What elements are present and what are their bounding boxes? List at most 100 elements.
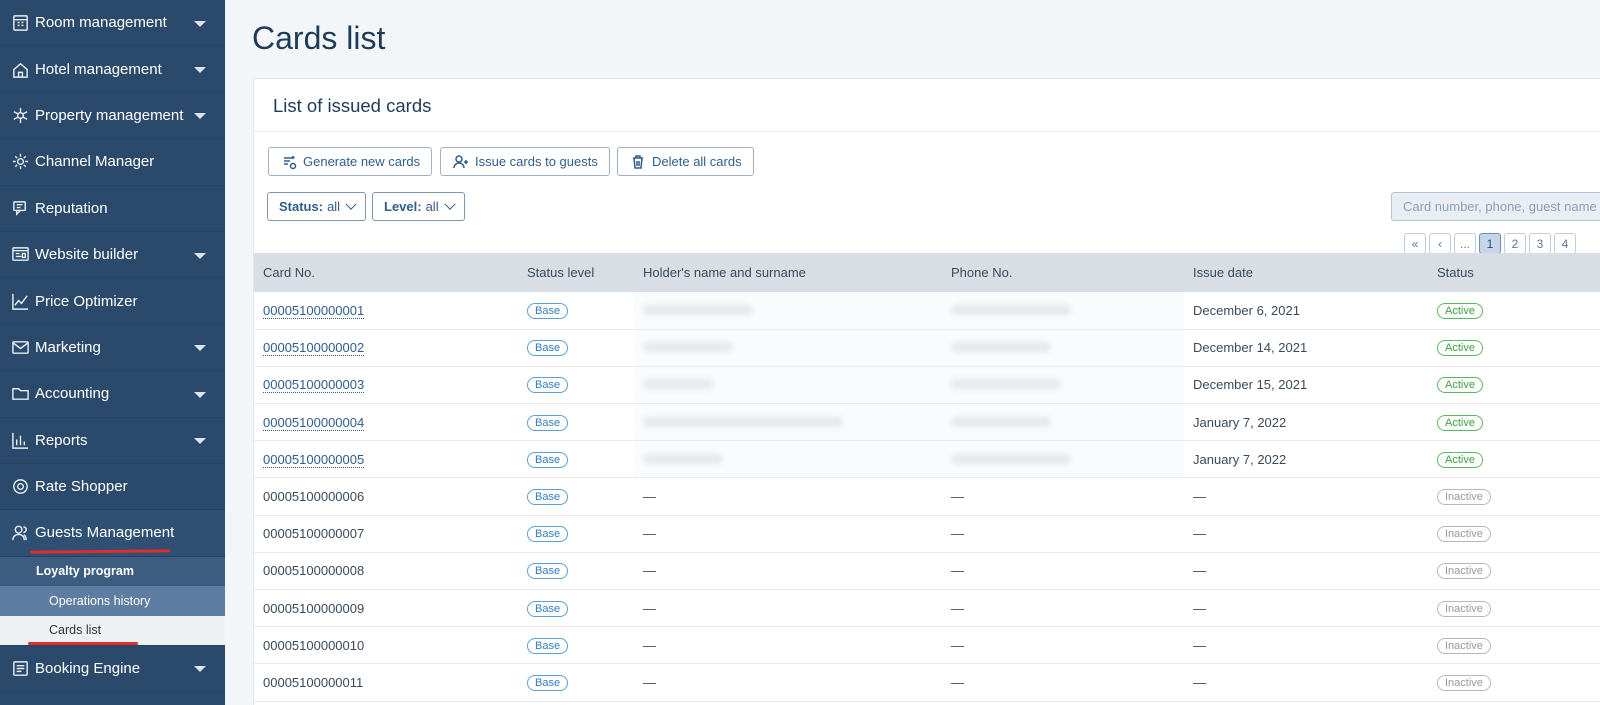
redacted-name xyxy=(643,342,733,353)
sidebar-item-guests-management[interactable]: Guests Management xyxy=(0,510,225,557)
card-number: 00005100000006 xyxy=(263,489,365,505)
page-button-2[interactable]: 2 xyxy=(1504,233,1526,254)
sidebar-item-hotel-management[interactable]: Hotel management xyxy=(0,46,225,93)
sidebar-item-label: Booking Engine xyxy=(35,659,141,677)
col-header-status-level[interactable]: Status level xyxy=(518,253,634,292)
sidebar-item-website-builder[interactable]: Website builder xyxy=(0,232,225,279)
chevron-down-icon xyxy=(443,198,456,210)
level-badge: Base xyxy=(527,600,569,617)
card-number-cell: 00005100000003 xyxy=(254,366,518,403)
sidebar-item-reports[interactable]: Reports xyxy=(0,418,225,464)
phone-cell xyxy=(942,440,1184,478)
redacted-name xyxy=(643,416,843,427)
generate-cards-label: Generate new cards xyxy=(303,154,421,169)
sidebar-item-room-management[interactable]: Room management xyxy=(0,0,225,47)
sidebar-item-accounting[interactable]: Accounting xyxy=(0,371,225,418)
table-row[interactable]: 00005100000005 Base January 7, 2022 Active xyxy=(254,440,1600,478)
card-number[interactable]: 00005100000002 xyxy=(263,340,365,357)
sidebar-item-reputation[interactable]: Reputation xyxy=(0,186,225,232)
caret-down-icon[interactable] xyxy=(194,345,206,352)
chevron-down-icon xyxy=(345,198,357,210)
issue-cards-button[interactable]: Issue cards to guests xyxy=(440,147,610,176)
col-header-phone[interactable]: Phone No. xyxy=(942,253,1184,292)
card-number-cell: 00005100000008 xyxy=(254,552,518,589)
sidebar-item-label: Reports xyxy=(35,431,88,449)
bar-chart-icon xyxy=(10,430,30,450)
sidebar-item-label: Accounting xyxy=(35,385,110,403)
table-row[interactable]: 00005100000008 Base — — — Inactive xyxy=(254,552,1600,590)
first-page-button[interactable]: « xyxy=(1404,233,1426,254)
caret-down-icon[interactable] xyxy=(194,438,206,445)
status-filter[interactable]: Status: all xyxy=(267,192,367,221)
status-badge: Inactive xyxy=(1437,563,1491,580)
table-row[interactable]: 00005100000004 Base January 7, 2022 Active xyxy=(254,403,1600,441)
level-filter-value: all xyxy=(425,199,439,214)
card-number-cell: 00005100000002 xyxy=(254,329,518,366)
card-number-cell: 00005100000004 xyxy=(254,404,518,441)
sidebar-subitem-loyalty-program[interactable]: Loyalty program xyxy=(0,556,225,587)
card-number[interactable]: 00005100000001 xyxy=(263,302,365,319)
table-row[interactable]: 00005100000002 Base December 14, 2021 Activ… xyxy=(254,329,1600,367)
col-header-status[interactable]: Status xyxy=(1428,253,1600,292)
col-header-card-no[interactable]: Card No. xyxy=(254,253,518,292)
status-cell: Inactive xyxy=(1428,590,1600,627)
table-row[interactable]: 00005100000011 Base — — — Inactive xyxy=(254,664,1600,702)
table-row[interactable]: 00005100000003 Base December 15, 2021 Activ… xyxy=(254,366,1600,404)
page-button-3[interactable]: 3 xyxy=(1529,233,1551,254)
sidebar-subitem-cards-list[interactable]: Cards list xyxy=(0,615,225,646)
page-button-1[interactable]: 1 xyxy=(1479,233,1501,254)
caret-down-icon[interactable] xyxy=(194,666,206,673)
table-row[interactable]: 00005100000006 Base — — — Inactive xyxy=(254,478,1600,516)
page-button-4[interactable]: 4 xyxy=(1554,233,1576,254)
caret-down-icon[interactable] xyxy=(194,20,206,27)
caret-down-icon[interactable] xyxy=(194,113,206,120)
coin-icon xyxy=(10,477,30,497)
holder-name-cell xyxy=(634,292,942,330)
card-number[interactable]: 00005100000005 xyxy=(263,451,365,468)
redacted-phone xyxy=(951,304,1071,315)
table-row[interactable]: 00005100000007 Base — — — Inactive xyxy=(254,515,1600,553)
pager-ellipsis[interactable]: ... xyxy=(1454,233,1476,254)
sidebar-subitem-operations-history[interactable]: Operations history xyxy=(0,586,225,616)
table-row[interactable]: 00005100000001 Base December 6, 2021 Active xyxy=(254,292,1600,330)
level-badge: Base xyxy=(527,526,569,543)
card-number: 00005100000010 xyxy=(263,637,365,653)
caret-down-icon[interactable] xyxy=(194,391,206,398)
col-header-holder-name[interactable]: Holder's name and surname xyxy=(634,253,942,292)
house-icon xyxy=(10,59,30,79)
table-row[interactable]: 00005100000009 Base — — — Inactive xyxy=(254,590,1600,627)
level-filter-label: Level: xyxy=(384,199,422,214)
phone-cell: — xyxy=(951,563,964,579)
generate-cards-button[interactable]: Generate new cards xyxy=(268,147,433,176)
status-cell: Active xyxy=(1428,329,1600,366)
generate-icon xyxy=(281,154,297,170)
card-number[interactable]: 00005100000004 xyxy=(263,414,365,431)
level-filter[interactable]: Level: all xyxy=(372,192,465,221)
sidebar-item-property-management[interactable]: Property management xyxy=(0,93,225,140)
redacted-name xyxy=(643,453,723,464)
col-header-issue-date[interactable]: Issue date xyxy=(1184,253,1428,292)
sidebar-item-marketing[interactable]: Marketing xyxy=(0,325,225,372)
sidebar-item-booking-engine[interactable]: Booking Engine xyxy=(0,645,225,692)
sidebar-item-label: Guests Management xyxy=(35,524,175,542)
level-badge: Base xyxy=(527,674,569,691)
card-number[interactable]: 00005100000003 xyxy=(263,377,365,394)
search-input[interactable] xyxy=(1391,192,1600,221)
sidebar-item-price-optimizer[interactable]: Price Optimizer xyxy=(0,278,225,325)
table-row[interactable]: 00005100000010 Base — — — Inactive xyxy=(254,627,1600,664)
sidebar-item-label: Reputation xyxy=(35,199,108,217)
sidebar-item-channel-manager[interactable]: Channel Manager xyxy=(0,139,225,186)
prev-page-button[interactable]: ‹ xyxy=(1429,233,1451,254)
caret-down-icon[interactable] xyxy=(194,67,206,74)
level-badge: Base xyxy=(527,340,569,357)
status-cell: Active xyxy=(1428,366,1600,403)
issue-date-cell: December 15, 2021 xyxy=(1193,377,1308,393)
status-badge: Active xyxy=(1437,377,1483,394)
phone-cell: — xyxy=(951,489,964,505)
delete-cards-button[interactable]: Delete all cards xyxy=(617,147,754,176)
sidebar-item-label: Rate Shopper xyxy=(35,478,128,496)
issue-date-cell: — xyxy=(1193,489,1206,505)
sidebar-item-label: Channel Manager xyxy=(35,153,155,171)
caret-down-icon[interactable] xyxy=(194,252,206,259)
sidebar-item-rate-shopper[interactable]: Rate Shopper xyxy=(0,464,225,511)
